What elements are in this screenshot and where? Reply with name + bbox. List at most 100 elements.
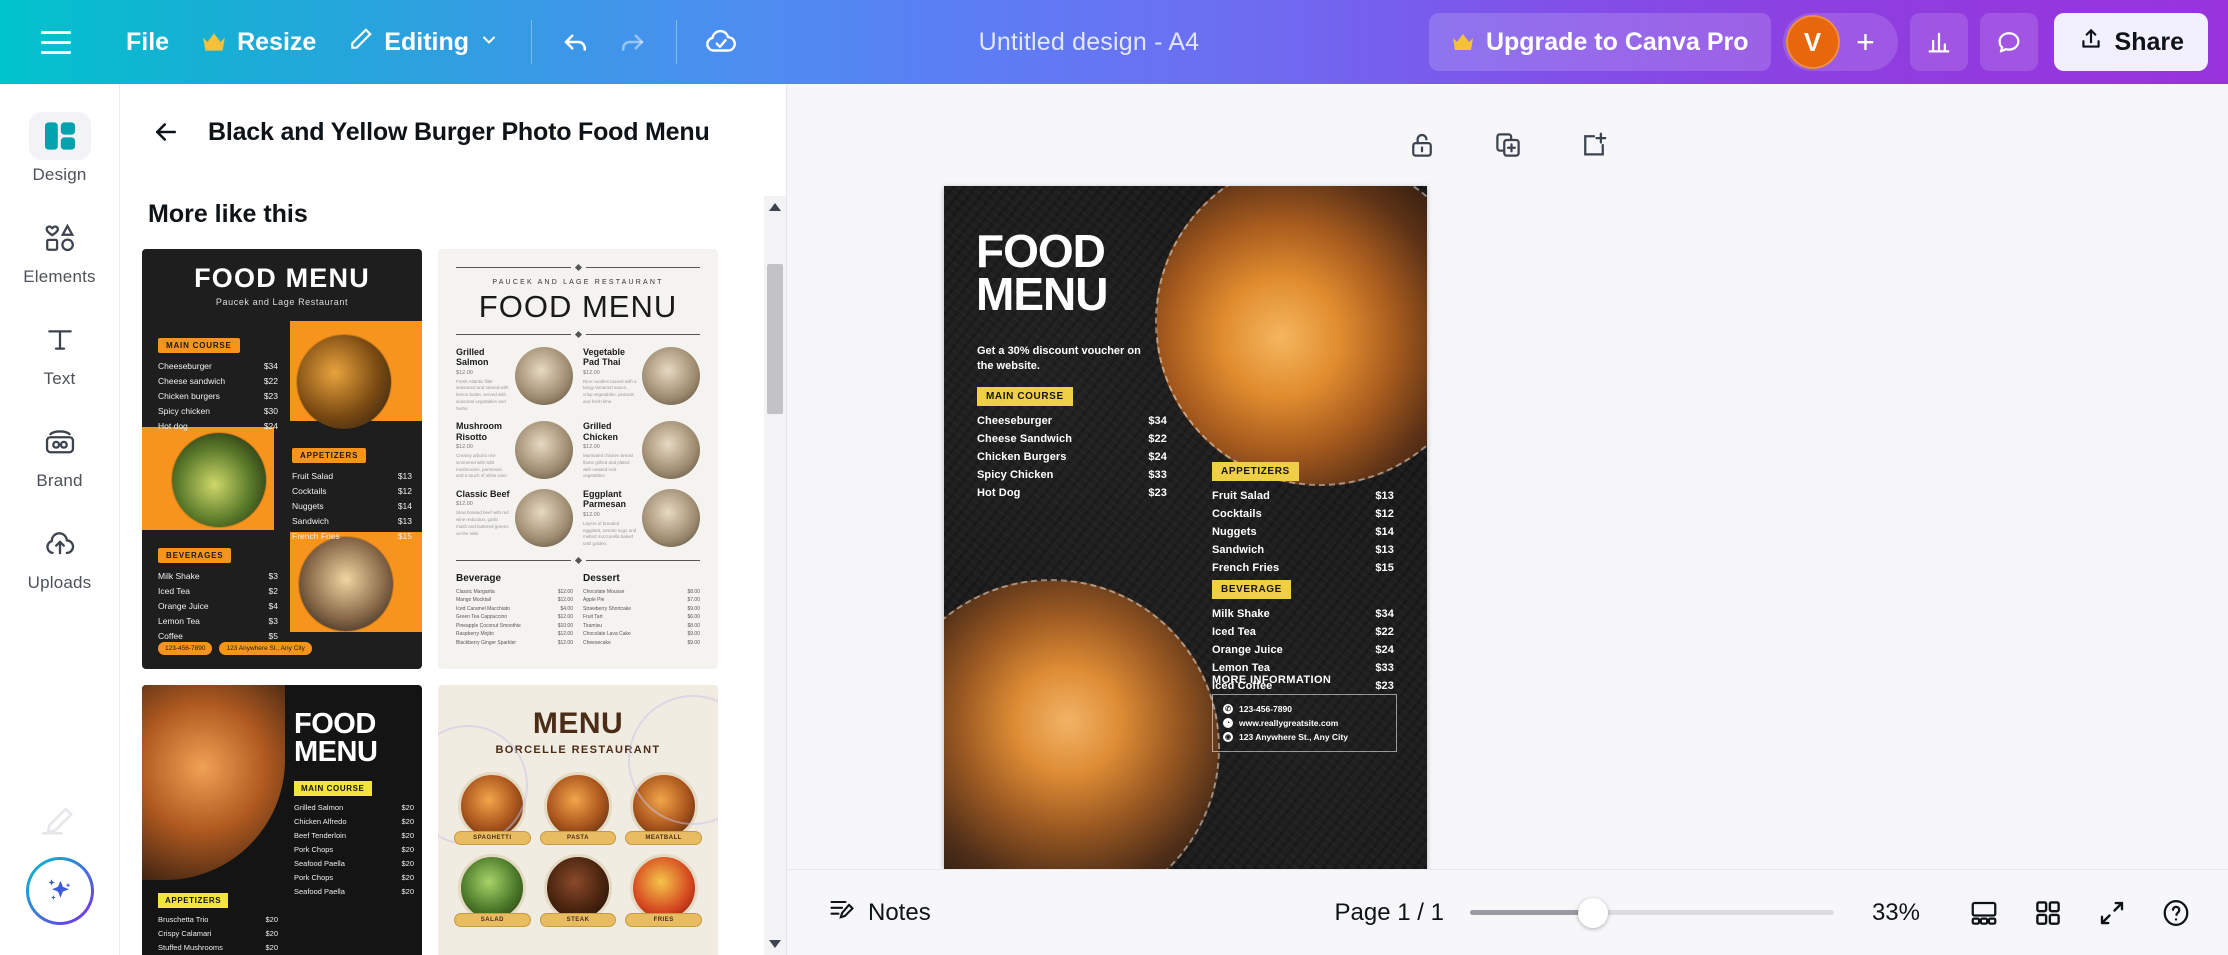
editing-mode-button[interactable]: Editing <box>332 16 515 68</box>
t1-header: FOOD MENU Paucek and Lage Restaurant <box>142 263 422 307</box>
avatar[interactable]: V <box>1786 15 1840 69</box>
zoom-slider[interactable] <box>1470 898 1834 928</box>
bar-chart-icon[interactable] <box>1910 13 1968 71</box>
cloud-saved-icon[interactable] <box>693 14 749 70</box>
canvas-item: Fruit Salad <box>1212 490 1270 502</box>
expand-icon[interactable] <box>2086 887 2138 939</box>
crown-icon-upgrade <box>1451 32 1475 52</box>
canvas-price: $12 <box>1375 508 1394 520</box>
t2-footer-row: Strawberry Shortcake$9.00 <box>583 606 700 612</box>
scroll-up-arrow[interactable] <box>764 196 786 218</box>
scrollbar-thumb[interactable] <box>767 264 783 414</box>
canvas-menu-row: Chicken Burgers$24 <box>977 451 1167 463</box>
t2-footer-row: Pineapple Coconut Smoothie$10.00 <box>456 623 573 629</box>
t1-price: $15 <box>398 531 412 541</box>
page-view-icon[interactable] <box>1958 887 2010 939</box>
canvas-item: Cocktails <box>1212 508 1262 520</box>
hamburger-icon[interactable] <box>26 16 86 68</box>
canvas-contact-text: 123 Anywhere St., Any City <box>1239 732 1348 742</box>
notes-button[interactable]: Notes <box>814 887 945 938</box>
panel-header: Black and Yellow Burger Photo Food Menu <box>120 84 786 162</box>
t2-dish-price: $12.00 <box>456 370 510 376</box>
t1-row: Spicy chicken$30 <box>158 406 278 416</box>
t1-row: Chicken burgers$23 <box>158 391 278 401</box>
canvas-section-more-information[interactable]: MORE INFORMATION ✆ 123-456-7890 ◔ www.re… <box>1212 674 1397 752</box>
t1-row: Orange Juice$4 <box>158 601 278 611</box>
scroll-down-arrow[interactable] <box>764 933 786 955</box>
zoom-percent[interactable]: 33% <box>1872 899 1920 927</box>
magic-sparkle-icon[interactable] <box>26 857 94 925</box>
t2-dish-desc: Fresh Atlantic fillet seasoned and seare… <box>456 379 510 413</box>
template-thumbnail-black-yellow[interactable]: FOOD MENU MAIN COURSE Grilled Salmon$20 … <box>142 685 422 955</box>
t2-dish-name: Grilled Salmon <box>456 347 510 368</box>
design-canvas-page[interactable]: FOOD MENU Get a 30% discount voucher on … <box>944 186 1427 869</box>
t3-row: Grilled Salmon$20 <box>294 803 414 812</box>
sidebar-item-label: Elements <box>23 267 95 287</box>
canvas-menu-row: Cheeseburger$34 <box>977 415 1167 427</box>
panel-scrollbar[interactable] <box>764 196 786 955</box>
t1-price: $22 <box>264 376 278 386</box>
t1-photo-1 <box>297 335 391 429</box>
t1-item: Cheese sandwich <box>158 376 225 386</box>
canvas-price: $14 <box>1375 526 1394 538</box>
document-title[interactable]: Untitled design - A4 <box>749 28 1429 57</box>
zoom-knob[interactable] <box>1578 898 1608 928</box>
t1-price: $5 <box>269 631 278 641</box>
grid-view-icon[interactable] <box>2022 887 2074 939</box>
canvas-contact-text: www.reallygreatsite.com <box>1239 718 1338 728</box>
add-page-icon[interactable] <box>1573 124 1615 166</box>
t2-dish-photo <box>515 489 573 547</box>
canvas-price: $13 <box>1375 544 1394 556</box>
canvas-menu-row: French Fries$15 <box>1212 562 1394 574</box>
t2-dish: Grilled Salmon $12.00 Fresh Atlantic fille… <box>456 347 573 412</box>
canvas-promo-text[interactable]: Get a 30% discount voucher on the websit… <box>977 344 1157 375</box>
upgrade-to-pro-button[interactable]: Upgrade to Canva Pro <box>1429 13 1771 71</box>
t2-footer-row: Chocolate Mousse$8.00 <box>583 589 700 595</box>
t3-row: Pork Chops$20 <box>294 873 414 882</box>
t1-badge-beverages: BEVERAGES <box>158 548 231 563</box>
sidebar-item-elements[interactable]: Elements <box>8 204 112 293</box>
canvas-section-appetizers[interactable]: APPETIZERS Fruit Salad$13 Cocktails$12 N… <box>1212 461 1394 574</box>
sidebar-item-text[interactable]: Text <box>8 306 112 395</box>
t2-dish-price: $12.00 <box>456 501 510 507</box>
comment-icon[interactable] <box>1980 13 2038 71</box>
t1-item: Spicy chicken <box>158 406 210 416</box>
share-button[interactable]: Share <box>2054 13 2208 71</box>
sidebar-item-design[interactable]: Design <box>8 102 112 191</box>
t4-card-label: SALAD <box>454 913 531 927</box>
redo-icon[interactable] <box>604 14 660 70</box>
template-thumbnail-white-elegant[interactable]: PAUCEK AND LAGE RESTAURANT FOOD MENU Gri… <box>438 249 718 669</box>
canvas-price: $15 <box>1375 562 1394 574</box>
plus-icon[interactable]: + <box>1840 16 1892 68</box>
back-arrow-icon[interactable] <box>146 112 186 152</box>
page-indicator[interactable]: Page 1 / 1 <box>1335 899 1444 927</box>
template-thumbnail-orange-black[interactable]: FOOD MENU Paucek and Lage Restaurant MAI… <box>142 249 422 669</box>
canvas-badge-appetizers: APPETIZERS <box>1212 462 1299 481</box>
top-toolbar-right: Upgrade to Canva Pro V + Share <box>1429 13 2208 71</box>
canvas-section-main-course[interactable]: MAIN COURSE Cheeseburger$34 Cheese Sandw… <box>977 386 1167 499</box>
t1-item: Chicken burgers <box>158 391 220 401</box>
t1-row: Cheese sandwich $22 <box>158 376 278 386</box>
canvas-item: Milk Shake <box>1212 608 1270 620</box>
canvas-area[interactable]: FOOD MENU Get a 30% discount voucher on … <box>788 84 2228 869</box>
sidebar-item-uploads[interactable]: Uploads <box>8 510 112 599</box>
template-thumbnail-beige-borcelle[interactable]: MENU BORCELLE RESTAURANT SPAGHETTI PASTA… <box>438 685 718 955</box>
t1-photo-2 <box>172 433 266 527</box>
help-icon[interactable] <box>2150 887 2202 939</box>
t3-photo <box>142 685 285 880</box>
canva-editor: File Resize Editing <box>0 0 2228 955</box>
unlock-icon[interactable] <box>1401 124 1443 166</box>
canvas-menu-row: Cocktails $12 <box>1212 508 1394 520</box>
canvas-title-line-2: MENU <box>976 273 1107 316</box>
draw-pen-icon[interactable] <box>8 805 112 835</box>
sidebar-item-label: Text <box>44 369 76 389</box>
resize-button[interactable]: Resize <box>185 16 332 68</box>
duplicate-page-icon[interactable] <box>1487 124 1529 166</box>
undo-icon[interactable] <box>548 14 604 70</box>
t1-item: Hot dog <box>158 421 188 431</box>
file-menu-button[interactable]: File <box>110 16 185 68</box>
sidebar-item-brand[interactable]: Brand <box>8 408 112 497</box>
canvas-menu-title[interactable]: FOOD MENU <box>976 230 1107 316</box>
canvas-price: $33 <box>1375 662 1394 674</box>
canvas-price: $34 <box>1148 415 1167 427</box>
